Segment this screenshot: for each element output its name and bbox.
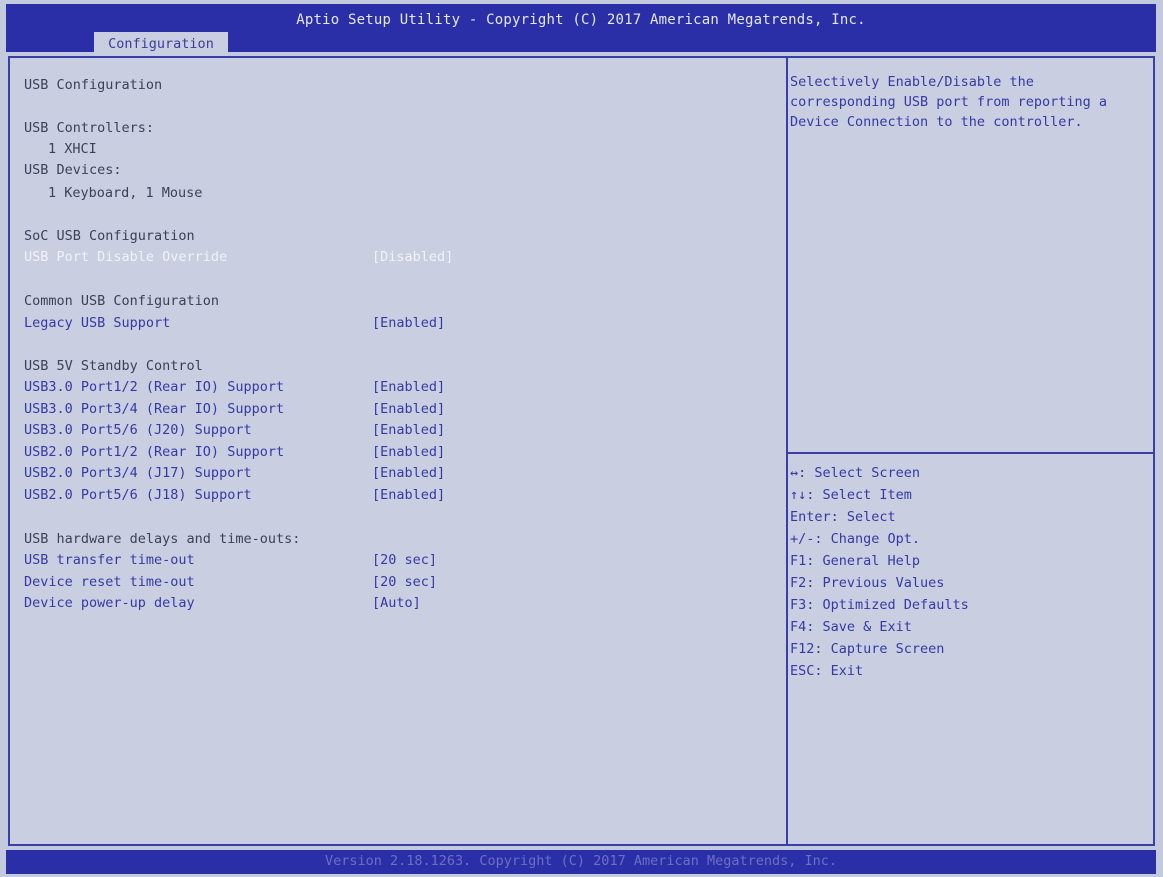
delays-heading: USB hardware delays and time-outs:	[24, 531, 301, 547]
help-line: Device Connection to the controller.	[790, 114, 1083, 130]
key-hint-capture-screen: F12: Capture Screen	[790, 641, 945, 657]
header-bar: Aptio Setup Utility - Copyright (C) 2017…	[6, 4, 1156, 56]
port-override-value[interactable]: [Disabled]	[372, 248, 453, 266]
port-label[interactable]: USB2.0 Port3/4 (J17) Support	[24, 464, 252, 482]
devices-label: USB Devices:	[24, 162, 122, 178]
port-label[interactable]: USB2.0 Port1/2 (Rear IO) Support	[24, 443, 284, 461]
key-hint-optimized-defaults: F3: Optimized Defaults	[790, 597, 969, 613]
legacy-usb-label[interactable]: Legacy USB Support	[24, 314, 170, 332]
bios-screen: Aptio Setup Utility - Copyright (C) 2017…	[0, 0, 1163, 877]
help-text: Selectively Enable/Disable the correspon…	[790, 72, 1150, 132]
soc-usb-heading: SoC USB Configuration	[24, 228, 195, 244]
delay-value[interactable]: [20 sec]	[372, 551, 437, 569]
key-legend: ↔: Select Screen ↑↓: Select Item Enter: …	[790, 462, 969, 682]
key-hint-exit: ESC: Exit	[790, 663, 864, 679]
help-separator	[788, 452, 1153, 454]
port-value[interactable]: [Enabled]	[372, 378, 445, 396]
controllers-value: 1 XHCI	[48, 141, 97, 157]
common-usb-heading: Common USB Configuration	[24, 293, 220, 309]
delay-label[interactable]: Device power-up delay	[24, 594, 195, 612]
port-value[interactable]: [Enabled]	[372, 443, 445, 461]
legacy-usb-value[interactable]: [Enabled]	[372, 314, 445, 332]
key-hint-save-exit: F4: Save & Exit	[790, 619, 912, 635]
port-value[interactable]: [Enabled]	[372, 400, 445, 418]
port-value[interactable]: [Enabled]	[372, 421, 445, 439]
key-hint-previous-values: F2: Previous Values	[790, 575, 945, 591]
key-hint-select-screen: ↔: Select Screen	[790, 465, 921, 481]
delay-value[interactable]: [20 sec]	[372, 573, 437, 591]
delay-value[interactable]: [Auto]	[372, 594, 421, 612]
tab-configuration[interactable]: Configuration	[94, 32, 228, 56]
port-label[interactable]: USB3.0 Port5/6 (J20) Support	[24, 421, 252, 439]
port-value[interactable]: [Enabled]	[372, 486, 445, 504]
section-title: USB Configuration	[24, 77, 163, 93]
port-override-label[interactable]: USB Port Disable Override	[24, 248, 227, 266]
key-hint-enter: Enter: Select	[790, 509, 896, 525]
key-hint-general-help: F1: General Help	[790, 553, 921, 569]
footer-version: Version 2.18.1263. Copyright (C) 2017 Am…	[324, 853, 838, 869]
panel-divider	[786, 56, 788, 846]
delay-label[interactable]: USB transfer time-out	[24, 551, 195, 569]
header-title: Aptio Setup Utility - Copyright (C) 2017…	[296, 12, 866, 28]
port-label[interactable]: USB3.0 Port3/4 (Rear IO) Support	[24, 400, 284, 418]
key-hint-select-item: ↑↓: Select Item	[790, 487, 912, 503]
help-line: corresponding USB port from reporting a	[790, 94, 1107, 110]
port-label[interactable]: USB3.0 Port1/2 (Rear IO) Support	[24, 378, 284, 396]
standby-heading: USB 5V Standby Control	[24, 358, 203, 374]
devices-value: 1 Keyboard, 1 Mouse	[48, 185, 203, 201]
port-value[interactable]: [Enabled]	[372, 464, 445, 482]
key-hint-change-opt: +/-: Change Opt.	[790, 531, 921, 547]
delay-label[interactable]: Device reset time-out	[24, 573, 195, 591]
help-line: Selectively Enable/Disable the	[790, 74, 1034, 90]
footer-bar: Version 2.18.1263. Copyright (C) 2017 Am…	[6, 850, 1156, 874]
controllers-label: USB Controllers:	[24, 120, 155, 136]
port-label[interactable]: USB2.0 Port5/6 (J18) Support	[24, 486, 252, 504]
